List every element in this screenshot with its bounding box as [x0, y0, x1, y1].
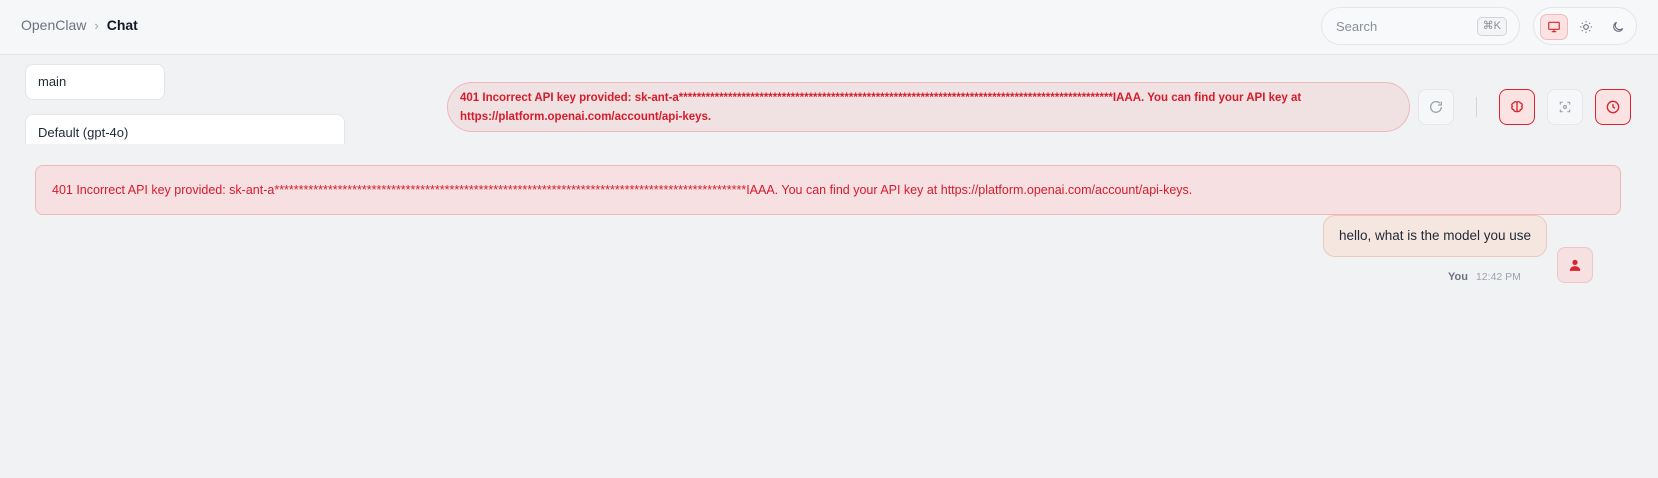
breadcrumb-separator: ›	[94, 17, 99, 33]
thinking-toggle-button[interactable]	[1499, 89, 1535, 125]
model-selector-value: Default (gpt-4o)	[38, 125, 129, 140]
search-input[interactable]: Search ⌘K	[1321, 7, 1520, 45]
clock-icon	[1606, 100, 1620, 114]
error-pill-text: 401 Incorrect API key provided: sk-ant-a…	[460, 92, 1302, 123]
user-message-bubble: hello, what is the model you use	[1323, 215, 1547, 257]
refresh-icon	[1430, 100, 1442, 113]
theme-system-button[interactable]	[1540, 14, 1568, 40]
history-button[interactable]	[1595, 89, 1631, 125]
message-timestamp: 12:42 PM	[1475, 271, 1521, 283]
theme-light-button[interactable]	[1572, 14, 1600, 40]
theme-switcher	[1533, 7, 1637, 45]
focus-icon	[1559, 101, 1571, 113]
toolbar-divider	[1476, 97, 1477, 117]
refresh-button[interactable]	[1418, 89, 1454, 125]
model-selector[interactable]: Default (gpt-4o)	[25, 114, 345, 144]
monitor-icon	[1548, 21, 1560, 33]
user-icon	[1569, 259, 1581, 271]
error-banner: 401 Incorrect API key provided: sk-ant-a…	[35, 165, 1621, 215]
sun-icon	[1580, 21, 1592, 33]
session-selector[interactable]: main	[25, 64, 165, 100]
focus-mode-button[interactable]	[1547, 89, 1583, 125]
breadcrumb-root[interactable]: OpenClaw	[21, 17, 86, 33]
brain-icon	[1511, 101, 1523, 113]
top-bar: OpenClaw › Chat Search ⌘K	[0, 0, 1658, 55]
theme-dark-button[interactable]	[1604, 14, 1632, 40]
message-meta: You 12:42 PM	[1448, 271, 1521, 283]
user-message-text: hello, what is the model you use	[1338, 228, 1532, 243]
breadcrumb-current: Chat	[106, 17, 138, 33]
message-author: You	[1448, 271, 1468, 283]
search-placeholder: Search	[1336, 19, 1378, 34]
error-banner-text: 401 Incorrect API key provided: sk-ant-a…	[52, 183, 1193, 197]
error-pill: 401 Incorrect API key provided: sk-ant-a…	[447, 82, 1410, 132]
breadcrumb: OpenClaw › Chat	[21, 17, 138, 33]
moon-icon	[1613, 21, 1624, 32]
search-shortcut-badge: ⌘K	[1476, 17, 1507, 36]
avatar	[1557, 247, 1593, 283]
session-selector-value: main	[38, 74, 67, 89]
